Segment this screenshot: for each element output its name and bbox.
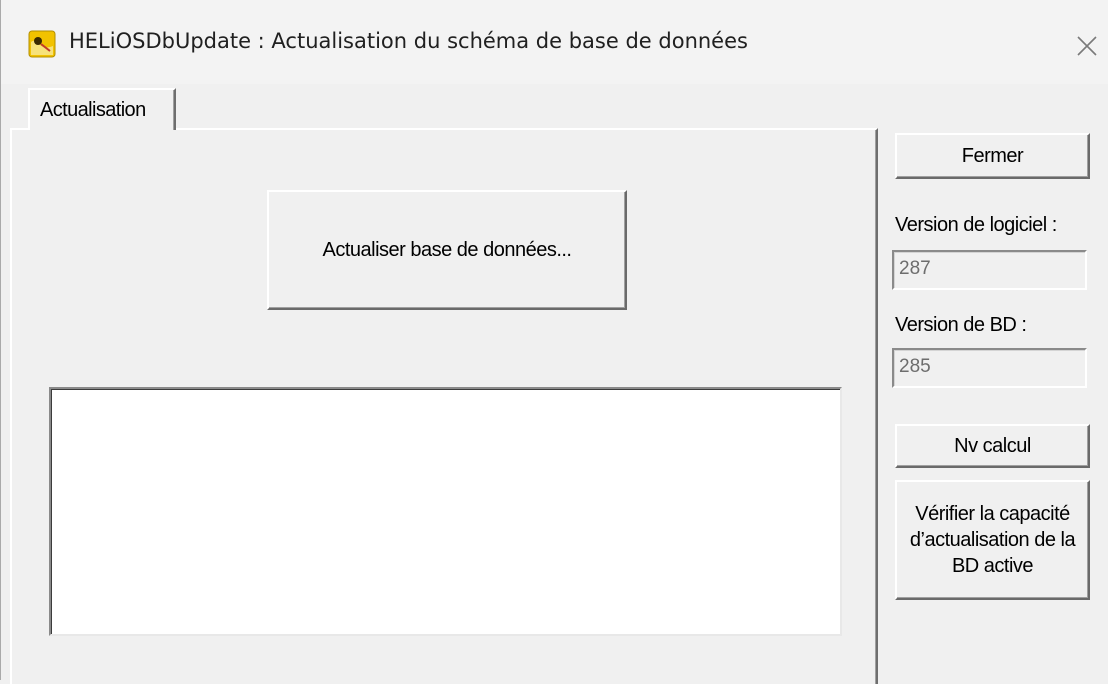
title-bar: HELiOSDbUpdate : Actualisation du schéma… xyxy=(1,0,1108,84)
log-output-box[interactable] xyxy=(49,387,842,636)
close-button[interactable]: Fermer xyxy=(895,133,1090,179)
new-calculation-button[interactable]: Nv calcul xyxy=(895,424,1090,468)
db-version-field: 285 xyxy=(892,348,1087,388)
software-version-field: 287 xyxy=(892,250,1087,290)
helios-app-icon xyxy=(28,30,56,58)
verify-update-capability-button[interactable]: Vérifier la capacité d’actualisation de … xyxy=(895,480,1090,600)
db-version-label: Version de BD : xyxy=(895,314,1027,336)
close-icon[interactable] xyxy=(1067,26,1107,66)
update-database-button[interactable]: Actualiser base de données... xyxy=(267,190,627,310)
window-title: HELiOSDbUpdate : Actualisation du schéma… xyxy=(69,29,748,53)
software-version-label: Version de logiciel : xyxy=(895,214,1057,236)
tab-actualisation-label: Actualisation xyxy=(40,99,146,121)
tab-actualisation[interactable]: Actualisation xyxy=(28,88,176,130)
main-window: HELiOSDbUpdate : Actualisation du schéma… xyxy=(0,0,1108,684)
